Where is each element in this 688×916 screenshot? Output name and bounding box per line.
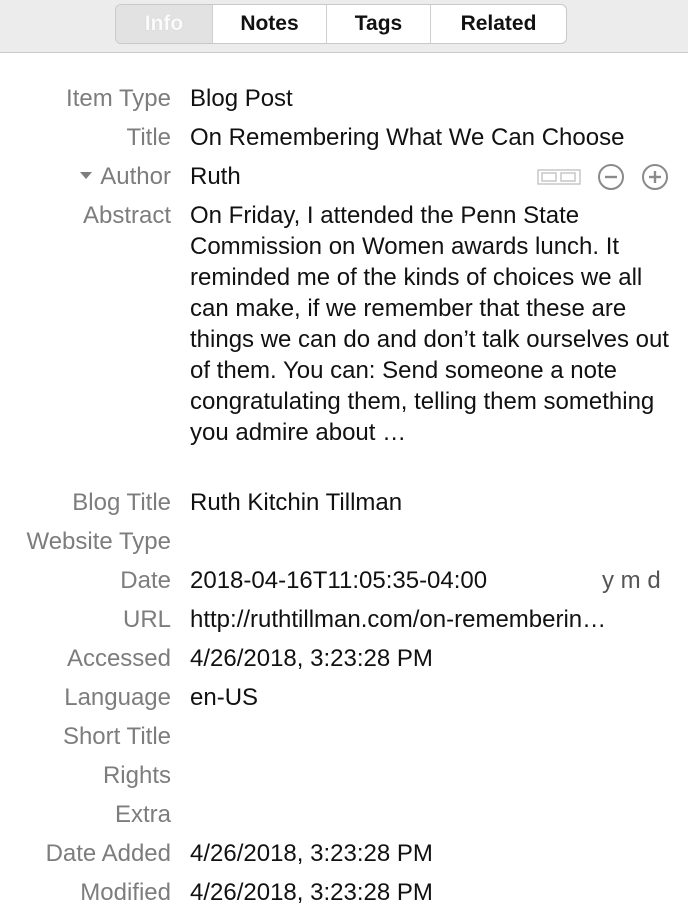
date-format-indicator: y m d [602, 567, 661, 594]
author-value[interactable]: Ruth [190, 161, 241, 192]
tab-tags[interactable]: Tags [326, 5, 430, 43]
url-label[interactable]: URL [123, 604, 171, 635]
author-controls [537, 163, 669, 191]
date-added-label: Date Added [45, 840, 171, 867]
date-added-value: 4/26/2018, 3:23:28 PM [190, 840, 433, 867]
switch-name-mode-icon[interactable] [537, 167, 581, 187]
item-type-label: Item Type [66, 85, 171, 112]
title-label: Title [126, 124, 171, 151]
modified-value: 4/26/2018, 3:23:28 PM [190, 879, 433, 906]
short-title-label: Short Title [62, 723, 171, 750]
title-value[interactable]: On Remembering What We Can Choose [190, 122, 624, 153]
accessed-value[interactable]: 4/26/2018, 3:23:28 PM [190, 643, 433, 674]
abstract-label: Abstract [82, 202, 171, 229]
disclosure-triangle-icon[interactable] [80, 172, 93, 180]
blog-title-value[interactable]: Ruth Kitchin Tillman [190, 487, 402, 518]
accessed-label: Accessed [66, 645, 171, 672]
minus-circle-icon[interactable] [597, 163, 625, 191]
website-type-label: Website Type [26, 528, 171, 555]
language-value[interactable]: en-US [190, 682, 258, 713]
author-label[interactable]: Author [80, 161, 171, 192]
tab-related[interactable]: Related [430, 5, 566, 43]
date-value[interactable]: 2018-04-16T11:05:35-04:00 [190, 565, 487, 596]
pane-tab-bar: Info Notes Tags Related [0, 0, 688, 53]
url-value[interactable]: http://ruthtillman.com/on-rememberin… [190, 604, 606, 635]
rights-label: Rights [102, 762, 171, 789]
blog-title-label: Blog Title [72, 489, 171, 516]
language-label: Language [64, 684, 171, 711]
tab-info[interactable]: Info [116, 5, 212, 43]
segmented-tab-control: Info Notes Tags Related [115, 4, 567, 44]
item-type-value[interactable]: Blog Post [190, 83, 293, 114]
modified-label: Modified [80, 879, 171, 906]
author-creator-type[interactable]: Author [100, 163, 171, 190]
plus-circle-icon[interactable] [641, 163, 669, 191]
extra-label: Extra [114, 801, 171, 828]
abstract-value[interactable]: On Friday, I attended the Penn State Com… [190, 200, 670, 448]
tab-notes[interactable]: Notes [212, 5, 326, 43]
date-label: Date [120, 567, 171, 594]
